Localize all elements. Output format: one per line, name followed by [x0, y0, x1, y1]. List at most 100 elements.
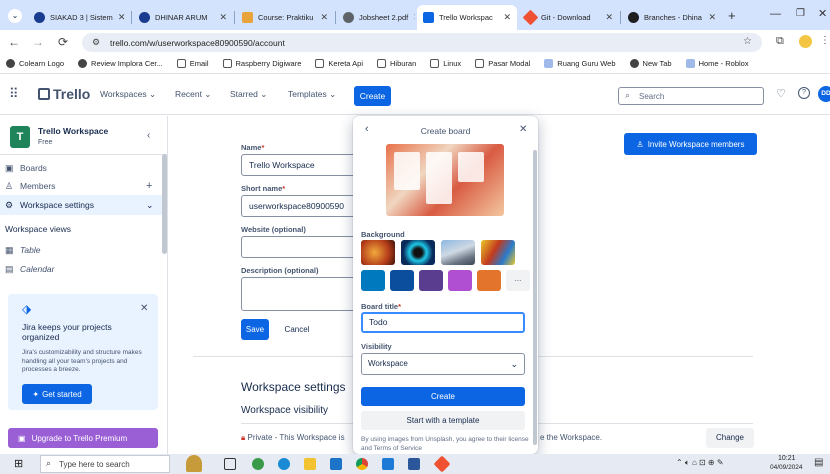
- back-icon[interactable]: ←: [8, 35, 20, 49]
- workspace-switcher[interactable]: T Trello Workspace Free ‹: [10, 124, 160, 150]
- windows-start-icon[interactable]: ⊞: [14, 457, 23, 470]
- reload-icon[interactable]: ⟳: [58, 35, 68, 49]
- more-backgrounds-button[interactable]: ...: [506, 270, 530, 291]
- background-color-option[interactable]: [477, 270, 501, 291]
- background-photo-option[interactable]: [441, 240, 475, 265]
- cancel-button[interactable]: Cancel: [276, 319, 318, 340]
- starred-menu[interactable]: Starred ⌄: [230, 89, 267, 100]
- sidebar-item-boards[interactable]: ▣ Boards: [0, 158, 162, 178]
- forward-icon[interactable]: →: [32, 35, 44, 49]
- notifications-icon[interactable]: ♡: [776, 87, 786, 100]
- background-color-option[interactable]: [390, 270, 414, 291]
- close-tab-icon[interactable]: ✕: [708, 12, 716, 23]
- file-explorer-icon[interactable]: [304, 458, 316, 470]
- background-photo-option[interactable]: [361, 240, 395, 265]
- browser-tab[interactable]: Git - Download ✕: [519, 5, 619, 30]
- url-input[interactable]: ⚙ trello.com/w/userworkspace80900590/acc…: [82, 33, 762, 52]
- templates-menu[interactable]: Templates ⌄: [288, 89, 336, 100]
- restore-icon[interactable]: ❐: [796, 8, 805, 19]
- save-button[interactable]: Save: [241, 319, 269, 340]
- notifications-center-icon[interactable]: ▤: [814, 457, 823, 468]
- clock-time[interactable]: 10:21: [778, 455, 796, 462]
- close-tab-icon[interactable]: ✕: [605, 12, 613, 23]
- vscode-icon[interactable]: [382, 458, 394, 470]
- create-board-button[interactable]: Create: [361, 387, 525, 406]
- create-button[interactable]: Create: [354, 86, 391, 106]
- chevron-down-icon[interactable]: ⌄: [146, 200, 154, 211]
- close-tab-icon[interactable]: ✕: [118, 12, 126, 23]
- short-name-input[interactable]: userworkspace80900590: [241, 195, 356, 217]
- bookmark-star-icon[interactable]: ☆: [743, 36, 752, 47]
- website-input[interactable]: [241, 236, 356, 258]
- taskbar-search-input[interactable]: ⌕ Type here to search: [40, 455, 170, 473]
- cortana-icon[interactable]: [186, 455, 202, 472]
- bookmark-folder[interactable]: Email: [176, 59, 209, 68]
- bookmark-folder[interactable]: Hiburan: [376, 59, 416, 68]
- sidebar-item-workspace-settings[interactable]: ⚙ Workspace settings ⌄: [0, 195, 162, 215]
- close-icon[interactable]: ✕: [519, 124, 527, 135]
- workspaces-menu[interactable]: Workspaces ⌄: [100, 89, 156, 100]
- browser-tab-active[interactable]: Trello Workspac ✕: [417, 5, 517, 30]
- mail-icon[interactable]: [330, 458, 342, 470]
- profile-avatar[interactable]: [799, 35, 812, 48]
- change-visibility-button[interactable]: Change: [706, 428, 754, 448]
- sidebar-scrollbar[interactable]: [162, 154, 167, 254]
- browser-tab[interactable]: Course: Praktiku ✕: [236, 5, 334, 30]
- popover-scrollbar[interactable]: [533, 150, 537, 445]
- help-icon[interactable]: ?: [798, 87, 810, 99]
- bookmark-item[interactable]: Colearn Logo: [6, 59, 64, 68]
- git-icon[interactable]: [433, 455, 451, 473]
- bookmark-folder[interactable]: Pasar Modal: [475, 59, 530, 68]
- extensions-icon[interactable]: ⧉: [776, 35, 784, 48]
- background-photo-option[interactable]: [401, 240, 435, 265]
- collapse-sidebar-icon[interactable]: ‹: [147, 130, 150, 141]
- close-promo-icon[interactable]: ✕: [140, 303, 148, 314]
- get-started-button[interactable]: ✦ Get started: [22, 384, 92, 404]
- bookmark-folder[interactable]: Linux: [430, 59, 461, 68]
- browser-tab[interactable]: Jobsheet 2.pdf ✕: [337, 5, 415, 30]
- close-tab-icon[interactable]: ✕: [413, 12, 415, 23]
- name-input[interactable]: Trello Workspace: [241, 154, 356, 176]
- system-tray-icons[interactable]: ⌃ 🔈︎ ⌂ ⊡ ⊕ ✎: [676, 458, 724, 468]
- background-color-option[interactable]: [419, 270, 443, 291]
- browser-tab[interactable]: DHINAR ARUM ✕: [133, 5, 233, 30]
- close-tab-icon[interactable]: ✕: [219, 12, 227, 23]
- bookmark-item[interactable]: Review Implora Cer...: [78, 59, 163, 68]
- task-view-icon[interactable]: [224, 458, 236, 470]
- app-icon[interactable]: [252, 458, 264, 470]
- bookmark-folder[interactable]: Raspberry Digiware: [222, 59, 301, 68]
- bookmark-folder[interactable]: Kereta Api: [315, 59, 363, 68]
- new-tab-button[interactable]: +: [728, 8, 736, 23]
- member-avatar[interactable]: DD: [818, 86, 830, 102]
- add-member-icon[interactable]: +: [146, 180, 152, 192]
- board-title-input[interactable]: Todo: [361, 312, 525, 333]
- close-tab-icon[interactable]: ✕: [320, 12, 328, 23]
- bookmark-item[interactable]: Ruang Guru Web: [544, 59, 616, 68]
- background-color-option[interactable]: [361, 270, 385, 291]
- word-icon[interactable]: [408, 458, 420, 470]
- start-with-template-button[interactable]: Start with a template: [361, 411, 525, 430]
- bookmark-item[interactable]: New Tab: [629, 59, 672, 68]
- browser-tab[interactable]: Branches - Dhina ✕: [622, 5, 722, 30]
- app-switcher-icon[interactable]: ⠿: [9, 86, 19, 102]
- description-textarea[interactable]: [241, 277, 356, 311]
- recent-menu[interactable]: Recent ⌄: [175, 89, 211, 100]
- clock-date[interactable]: 04/09/2024: [770, 464, 803, 471]
- site-info-icon[interactable]: ⚙: [92, 37, 100, 48]
- sidebar-view-table[interactable]: ▦ Table: [0, 240, 162, 260]
- browser-menu-icon[interactable]: ⋮: [820, 35, 830, 46]
- upgrade-premium-button[interactable]: ▣ Upgrade to Trello Premium: [8, 428, 158, 448]
- trello-logo[interactable]: Trello: [38, 86, 90, 102]
- background-photo-option[interactable]: [481, 240, 515, 265]
- sidebar-view-calendar[interactable]: ▤ Calendar: [0, 259, 162, 279]
- chrome-icon[interactable]: [356, 458, 368, 470]
- background-color-option[interactable]: [448, 270, 472, 291]
- sidebar-item-members[interactable]: ♙ Members +: [0, 176, 162, 196]
- close-tab-icon[interactable]: ✕: [503, 12, 511, 23]
- minimize-icon[interactable]: —: [770, 8, 781, 20]
- invite-members-button[interactable]: ♙ Invite Workspace members: [624, 133, 757, 155]
- tab-list-chevron-icon[interactable]: ⌄: [8, 9, 22, 23]
- browser-tab[interactable]: SIAKAD 3 | Sistem ✕: [28, 5, 130, 30]
- close-window-icon[interactable]: ✕: [818, 7, 827, 20]
- visibility-select[interactable]: Workspace ⌄: [361, 353, 525, 375]
